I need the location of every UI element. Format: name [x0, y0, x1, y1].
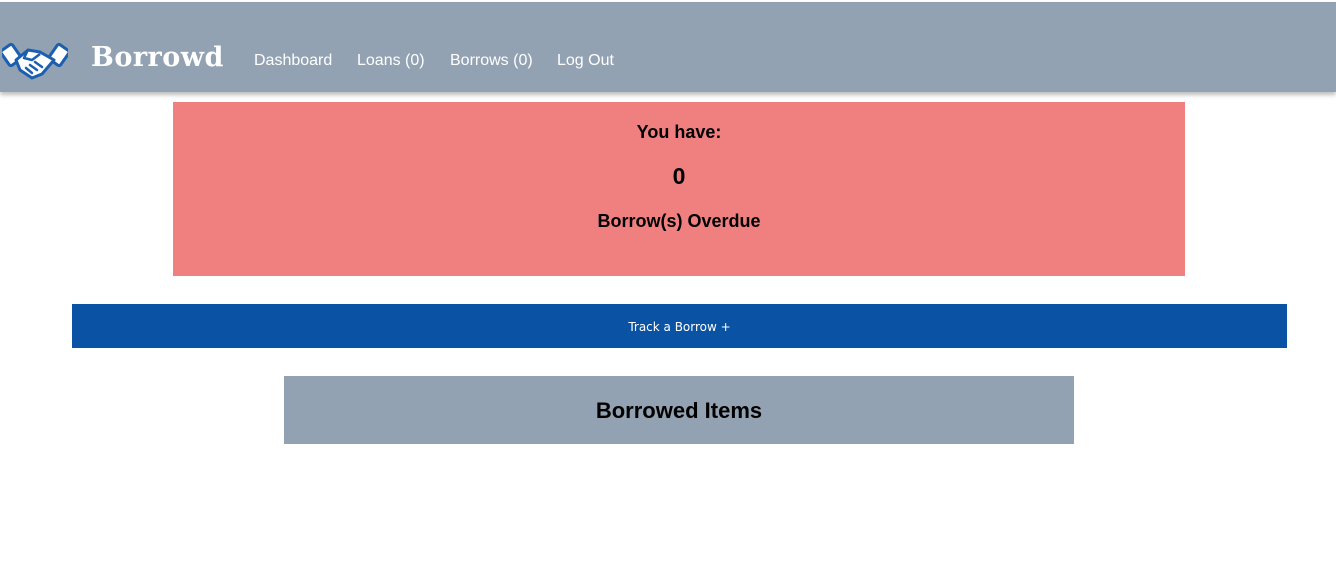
nav-link-dashboard[interactable]: Dashboard	[254, 52, 332, 70]
track-borrow-button[interactable]: Track a Borrow +	[72, 304, 1287, 348]
borrowed-items-section-header: Borrowed Items	[284, 376, 1074, 444]
nav-link-borrows[interactable]: Borrows (0)	[450, 52, 533, 70]
brand-name[interactable]: Borrowd	[91, 42, 224, 73]
nav-link-logout[interactable]: Log Out	[557, 52, 614, 70]
overdue-label: Borrow(s) Overdue	[597, 211, 761, 231]
overdue-summary-panel: You have: 0 Borrow(s) Overdue	[173, 102, 1185, 276]
overdue-intro-text: You have:	[636, 122, 722, 142]
top-navbar: Borrowd Dashboard Loans (0) Borrows (0) …	[0, 2, 1336, 92]
handshake-icon[interactable]	[2, 36, 68, 82]
overdue-count: 0	[672, 163, 686, 189]
nav-link-loans[interactable]: Loans (0)	[357, 52, 425, 70]
section-title: Borrowed Items	[595, 398, 763, 423]
